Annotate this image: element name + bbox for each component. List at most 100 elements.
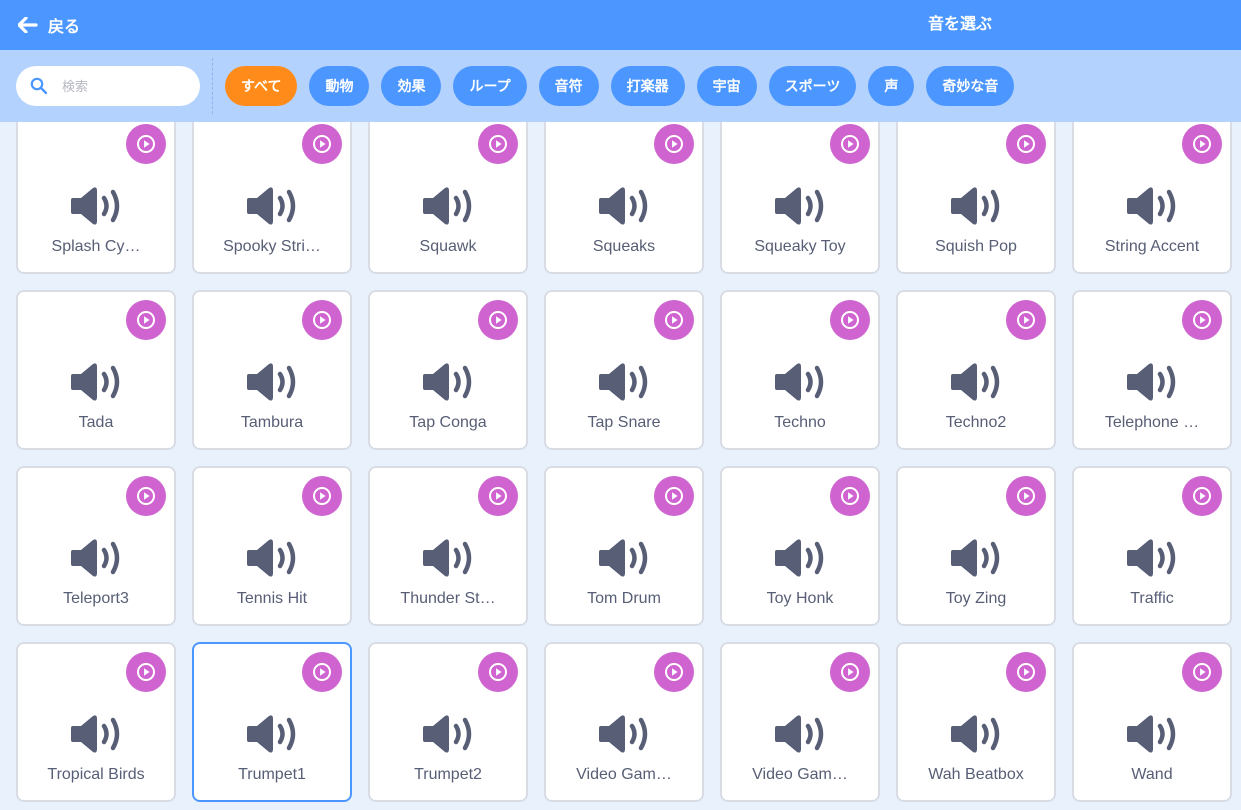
tag-button[interactable]: 音符 xyxy=(538,66,599,106)
play-icon xyxy=(1017,135,1035,153)
sound-card[interactable]: Techno xyxy=(720,290,880,450)
play-icon xyxy=(841,487,859,505)
divider xyxy=(212,58,213,114)
play-button[interactable] xyxy=(478,652,518,692)
sound-card[interactable]: Squeaks xyxy=(544,114,704,274)
play-button[interactable] xyxy=(830,300,870,340)
play-button[interactable] xyxy=(654,476,694,516)
play-button[interactable] xyxy=(302,652,342,692)
sound-card[interactable]: Trumpet1 xyxy=(192,642,352,802)
sound-card[interactable]: Tambura xyxy=(192,290,352,450)
sound-card[interactable]: Squeaky Toy xyxy=(720,114,880,274)
tag-button[interactable]: 奇妙な音 xyxy=(926,66,1015,106)
play-icon xyxy=(313,311,331,329)
play-button[interactable] xyxy=(302,300,342,340)
play-button[interactable] xyxy=(830,476,870,516)
header-bar: 戻る 音を選ぶ xyxy=(0,0,1241,50)
sound-card[interactable]: Toy Zing xyxy=(896,466,1056,626)
play-button[interactable] xyxy=(654,300,694,340)
sound-card[interactable]: Video Gam… xyxy=(544,642,704,802)
arrow-left-icon xyxy=(18,17,38,33)
sound-name: Tennis Hit xyxy=(236,590,308,607)
play-icon xyxy=(137,487,155,505)
sound-card[interactable]: Tap Snare xyxy=(544,290,704,450)
speaker-icon xyxy=(773,712,827,761)
tag-button[interactable]: すべて xyxy=(225,66,298,106)
play-button[interactable] xyxy=(478,476,518,516)
sound-card[interactable]: Telephone … xyxy=(1072,290,1232,450)
sound-card[interactable]: Video Gam… xyxy=(720,642,880,802)
play-button[interactable] xyxy=(1006,652,1046,692)
sound-card[interactable]: Tom Drum xyxy=(544,466,704,626)
sound-card[interactable]: Techno2 xyxy=(896,290,1056,450)
sound-card[interactable]: Tennis Hit xyxy=(192,466,352,626)
search-input[interactable] xyxy=(60,77,174,95)
play-button[interactable] xyxy=(830,124,870,164)
play-icon xyxy=(1193,135,1211,153)
speaker-icon xyxy=(773,184,827,233)
play-button[interactable] xyxy=(126,300,166,340)
play-button[interactable] xyxy=(478,124,518,164)
sound-card[interactable]: Squish Pop xyxy=(896,114,1056,274)
sound-card[interactable]: Teleport3 xyxy=(16,466,176,626)
sound-name: Tada xyxy=(78,414,114,431)
sound-name: Wah Beatbox xyxy=(928,766,1024,783)
tag-button[interactable]: スポーツ xyxy=(768,66,857,106)
page-title: 音を選ぶ xyxy=(927,16,992,33)
play-icon xyxy=(665,487,683,505)
speaker-icon xyxy=(69,184,123,233)
sound-name: Telephone … xyxy=(1104,414,1200,431)
play-button[interactable] xyxy=(126,124,166,164)
search-box[interactable] xyxy=(16,66,200,106)
play-button[interactable] xyxy=(1006,300,1046,340)
sound-card[interactable]: Traffic xyxy=(1072,466,1232,626)
sound-name: Squeaky Toy xyxy=(754,238,846,255)
filter-bar: すべて動物効果ループ音符打楽器宇宙スポーツ声奇妙な音 xyxy=(0,50,1241,122)
play-button[interactable] xyxy=(654,124,694,164)
play-icon xyxy=(665,311,683,329)
play-icon xyxy=(841,311,859,329)
speaker-icon xyxy=(69,536,123,585)
back-button[interactable]: 戻る xyxy=(18,0,80,50)
tag-button[interactable]: ループ xyxy=(453,66,527,106)
sound-card[interactable]: Spooky Stri… xyxy=(192,114,352,274)
tag-button[interactable]: 動物 xyxy=(309,66,370,106)
sound-card[interactable]: Wah Beatbox xyxy=(896,642,1056,802)
sound-card[interactable]: Tada xyxy=(16,290,176,450)
sound-card[interactable]: Wand xyxy=(1072,642,1232,802)
sound-card[interactable]: Trumpet2 xyxy=(368,642,528,802)
sound-name: Trumpet1 xyxy=(238,766,306,783)
play-button[interactable] xyxy=(1006,124,1046,164)
sound-name: Techno2 xyxy=(945,414,1007,431)
play-icon xyxy=(489,135,507,153)
play-icon xyxy=(313,663,331,681)
play-button[interactable] xyxy=(302,124,342,164)
speaker-icon xyxy=(949,184,1003,233)
sound-card[interactable]: Splash Cy… xyxy=(16,114,176,274)
play-button[interactable] xyxy=(126,652,166,692)
play-button[interactable] xyxy=(1182,300,1222,340)
play-button[interactable] xyxy=(1182,476,1222,516)
play-button[interactable] xyxy=(478,300,518,340)
play-button[interactable] xyxy=(126,476,166,516)
sound-name: Teleport3 xyxy=(63,590,129,607)
sound-card[interactable]: Squawk xyxy=(368,114,528,274)
sound-card[interactable]: Tap Conga xyxy=(368,290,528,450)
play-button[interactable] xyxy=(654,652,694,692)
tag-button[interactable]: 宇宙 xyxy=(696,66,757,106)
sound-card[interactable]: Thunder St… xyxy=(368,466,528,626)
back-label: 戻る xyxy=(48,19,81,36)
tag-button[interactable]: 打楽器 xyxy=(610,66,685,106)
sound-card[interactable]: String Accent xyxy=(1072,114,1232,274)
play-button[interactable] xyxy=(1182,652,1222,692)
play-button[interactable] xyxy=(1006,476,1046,516)
speaker-icon xyxy=(69,360,123,409)
sound-card[interactable]: Toy Honk xyxy=(720,466,880,626)
sound-card[interactable]: Tropical Birds xyxy=(16,642,176,802)
play-button[interactable] xyxy=(1182,124,1222,164)
play-button[interactable] xyxy=(830,652,870,692)
play-icon xyxy=(841,663,859,681)
tag-button[interactable]: 声 xyxy=(868,66,915,106)
tag-button[interactable]: 効果 xyxy=(381,66,442,106)
play-button[interactable] xyxy=(302,476,342,516)
